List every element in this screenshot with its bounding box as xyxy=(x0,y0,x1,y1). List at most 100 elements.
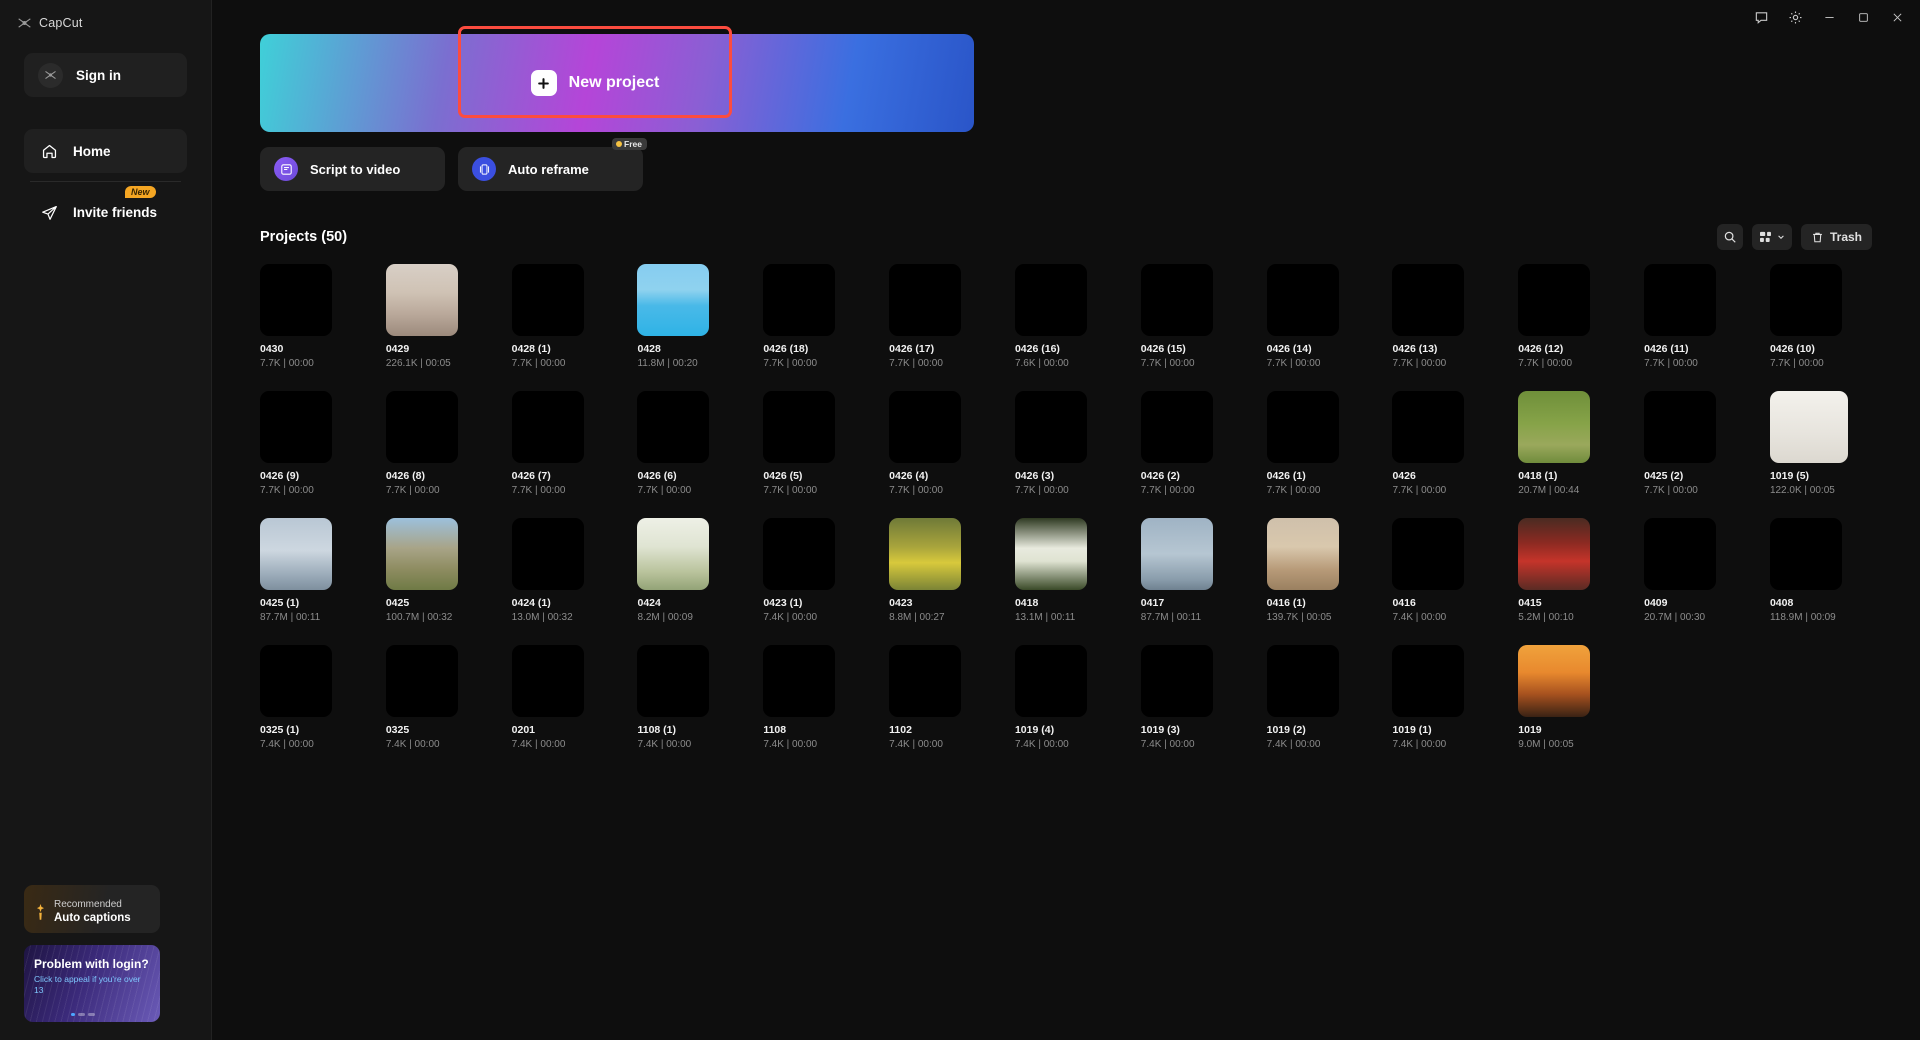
project-thumbnail[interactable] xyxy=(1392,645,1464,717)
project-thumbnail[interactable] xyxy=(889,391,961,463)
project-card[interactable]: 03257.4K | 00:00 xyxy=(386,645,488,750)
project-thumbnail[interactable] xyxy=(260,645,332,717)
project-thumbnail[interactable] xyxy=(1015,645,1087,717)
login-problem-promo-card[interactable]: Problem with login? Click to appeal if y… xyxy=(24,945,160,1022)
project-card[interactable]: 11087.4K | 00:00 xyxy=(763,645,865,750)
project-card[interactable]: 0426 (10)7.7K | 00:00 xyxy=(1770,264,1872,369)
project-card[interactable]: 0428 (1)7.7K | 00:00 xyxy=(512,264,614,369)
project-card[interactable]: 0426 (16)7.6K | 00:00 xyxy=(1015,264,1117,369)
project-card[interactable]: 0426 (3)7.7K | 00:00 xyxy=(1015,391,1117,496)
project-card[interactable]: 0425 (2)7.7K | 00:00 xyxy=(1644,391,1746,496)
view-options-button[interactable] xyxy=(1752,224,1792,250)
project-card[interactable]: 04167.4K | 00:00 xyxy=(1392,518,1494,623)
carousel-dot-3[interactable] xyxy=(88,1013,95,1016)
trash-button[interactable]: Trash xyxy=(1801,224,1872,250)
project-card[interactable]: 04267.7K | 00:00 xyxy=(1392,391,1494,496)
project-thumbnail[interactable] xyxy=(1770,391,1848,463)
project-thumbnail[interactable] xyxy=(386,645,458,717)
project-card[interactable]: 0426 (11)7.7K | 00:00 xyxy=(1644,264,1746,369)
project-card[interactable]: 0426 (12)7.7K | 00:00 xyxy=(1518,264,1620,369)
project-thumbnail[interactable] xyxy=(1392,518,1464,590)
project-thumbnail[interactable] xyxy=(1141,645,1213,717)
feedback-icon[interactable] xyxy=(1744,2,1778,32)
project-card[interactable]: 0418 (1)20.7M | 00:44 xyxy=(1518,391,1620,496)
project-card[interactable]: 0426 (8)7.7K | 00:00 xyxy=(386,391,488,496)
script-to-video-button[interactable]: Script to video xyxy=(260,147,445,191)
project-card[interactable]: 0426 (5)7.7K | 00:00 xyxy=(763,391,865,496)
sidebar-item-home[interactable]: Home xyxy=(24,129,187,173)
project-card[interactable]: 0426 (15)7.7K | 00:00 xyxy=(1141,264,1243,369)
settings-gear-icon[interactable] xyxy=(1778,2,1812,32)
project-card[interactable]: 0424 (1)13.0M | 00:32 xyxy=(512,518,614,623)
project-thumbnail[interactable] xyxy=(512,645,584,717)
sidebar-item-invite-friends[interactable]: Invite friends New xyxy=(24,192,187,232)
project-card[interactable]: 0429226.1K | 00:05 xyxy=(386,264,488,369)
project-card[interactable]: 1019 (1)7.4K | 00:00 xyxy=(1392,645,1494,750)
project-card[interactable]: 02017.4K | 00:00 xyxy=(512,645,614,750)
project-card[interactable]: 10199.0M | 00:05 xyxy=(1518,645,1620,750)
project-thumbnail[interactable] xyxy=(1518,645,1590,717)
project-thumbnail[interactable] xyxy=(1392,264,1464,336)
project-thumbnail[interactable] xyxy=(1518,264,1590,336)
project-card[interactable]: 11027.4K | 00:00 xyxy=(889,645,991,750)
project-thumbnail[interactable] xyxy=(1267,645,1339,717)
project-thumbnail[interactable] xyxy=(1644,264,1716,336)
project-thumbnail[interactable] xyxy=(386,391,458,463)
project-card[interactable]: 0426 (4)7.7K | 00:00 xyxy=(889,391,991,496)
promo-carousel-dots[interactable] xyxy=(71,1013,95,1016)
project-thumbnail[interactable] xyxy=(512,264,584,336)
new-project-button[interactable]: New project xyxy=(458,34,732,132)
project-card[interactable]: 0408118.9M | 00:09 xyxy=(1770,518,1872,623)
project-card[interactable]: 0426 (1)7.7K | 00:00 xyxy=(1267,391,1369,496)
project-thumbnail[interactable] xyxy=(763,391,835,463)
project-card[interactable]: 040920.7M | 00:30 xyxy=(1644,518,1746,623)
project-thumbnail[interactable] xyxy=(637,645,709,717)
project-thumbnail[interactable] xyxy=(637,391,709,463)
minimize-button[interactable] xyxy=(1812,2,1846,32)
project-card[interactable]: 04238.8M | 00:27 xyxy=(889,518,991,623)
project-thumbnail[interactable] xyxy=(1141,391,1213,463)
project-thumbnail[interactable] xyxy=(386,264,458,336)
project-card[interactable]: 0426 (7)7.7K | 00:00 xyxy=(512,391,614,496)
project-thumbnail[interactable] xyxy=(1518,391,1590,463)
project-card[interactable]: 0426 (13)7.7K | 00:00 xyxy=(1392,264,1494,369)
project-card[interactable]: 0426 (2)7.7K | 00:00 xyxy=(1141,391,1243,496)
recommended-auto-captions-card[interactable]: Recommended Auto captions xyxy=(24,885,160,933)
project-card[interactable]: 042811.8M | 00:20 xyxy=(637,264,739,369)
project-card[interactable]: 0423 (1)7.4K | 00:00 xyxy=(763,518,865,623)
project-thumbnail[interactable] xyxy=(763,645,835,717)
project-card[interactable]: 0416 (1)139.7K | 00:05 xyxy=(1267,518,1369,623)
project-thumbnail[interactable] xyxy=(260,264,332,336)
project-thumbnail[interactable] xyxy=(1267,264,1339,336)
project-thumbnail[interactable] xyxy=(1644,391,1716,463)
project-card[interactable]: 0426 (18)7.7K | 00:00 xyxy=(763,264,865,369)
project-thumbnail[interactable] xyxy=(889,518,961,590)
project-card[interactable]: 0325 (1)7.4K | 00:00 xyxy=(260,645,362,750)
project-thumbnail[interactable] xyxy=(1015,391,1087,463)
project-thumbnail[interactable] xyxy=(1015,518,1087,590)
carousel-dot-2[interactable] xyxy=(78,1013,85,1016)
project-thumbnail[interactable] xyxy=(1518,518,1590,590)
project-thumbnail[interactable] xyxy=(512,518,584,590)
auto-reframe-button[interactable]: Auto reframe Free xyxy=(458,147,643,191)
project-card[interactable]: 04248.2M | 00:09 xyxy=(637,518,739,623)
sign-in-button[interactable]: Sign in xyxy=(24,53,187,97)
maximize-button[interactable] xyxy=(1846,2,1880,32)
project-thumbnail[interactable] xyxy=(1141,518,1213,590)
project-thumbnail[interactable] xyxy=(1770,518,1842,590)
project-card[interactable]: 0425 (1)87.7M | 00:11 xyxy=(260,518,362,623)
project-thumbnail[interactable] xyxy=(260,518,332,590)
project-thumbnail[interactable] xyxy=(889,645,961,717)
project-thumbnail[interactable] xyxy=(1267,391,1339,463)
project-card[interactable]: 1019 (3)7.4K | 00:00 xyxy=(1141,645,1243,750)
project-card[interactable]: 041787.7M | 00:11 xyxy=(1141,518,1243,623)
project-thumbnail[interactable] xyxy=(1141,264,1213,336)
project-card[interactable]: 0426 (6)7.7K | 00:00 xyxy=(637,391,739,496)
project-card[interactable]: 0426 (14)7.7K | 00:00 xyxy=(1267,264,1369,369)
project-thumbnail[interactable] xyxy=(1267,518,1339,590)
project-card[interactable]: 1019 (5)122.0K | 00:05 xyxy=(1770,391,1872,496)
project-card[interactable]: 04155.2M | 00:10 xyxy=(1518,518,1620,623)
project-thumbnail[interactable] xyxy=(889,264,961,336)
project-card[interactable]: 1019 (2)7.4K | 00:00 xyxy=(1267,645,1369,750)
carousel-dot-1[interactable] xyxy=(71,1013,75,1016)
